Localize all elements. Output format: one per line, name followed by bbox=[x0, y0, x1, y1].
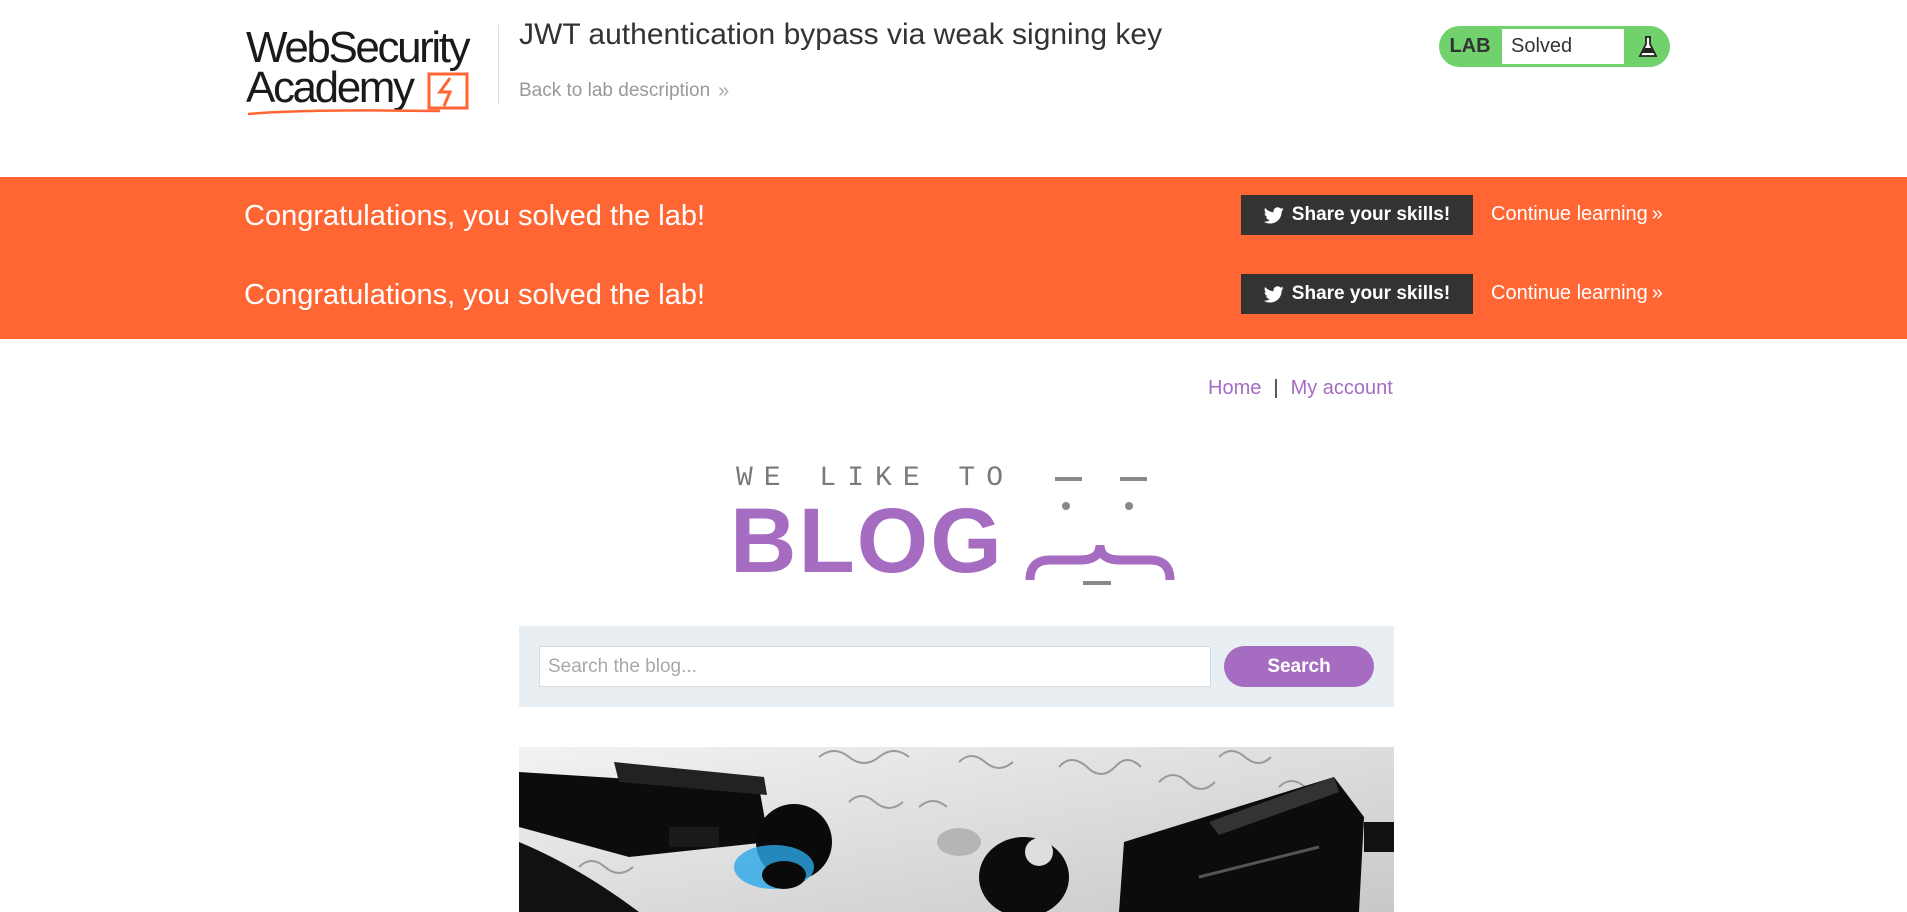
solved-banner-row: Congratulations, you solved the lab! Sha… bbox=[0, 195, 1907, 235]
search-button[interactable]: Search bbox=[1224, 646, 1374, 687]
blog-logo: WE LIKE TO BLOG bbox=[730, 455, 1180, 595]
nav-home-link[interactable]: Home bbox=[1208, 377, 1261, 400]
logo-underline-icon bbox=[247, 109, 441, 116]
nav-my-account-link[interactable]: My account bbox=[1291, 377, 1393, 400]
surveillance-cameras-puzzle-image bbox=[519, 747, 1394, 912]
share-skills-button[interactable]: Share your skills! bbox=[1241, 195, 1473, 235]
twitter-icon bbox=[1263, 285, 1284, 302]
double-chevron-right-icon: » bbox=[1651, 203, 1663, 225]
lab-header: WebSecurity Academy JWT authentication b… bbox=[0, 0, 1907, 177]
share-skills-label: Share your skills! bbox=[1291, 283, 1451, 304]
nav-separator: | bbox=[1273, 377, 1279, 399]
lab-tag: LAB bbox=[1449, 35, 1491, 57]
face-emoticon-icon bbox=[1025, 477, 1175, 585]
web-security-academy-logo[interactable]: WebSecurity Academy bbox=[246, 24, 496, 116]
back-link-label: Back to lab description bbox=[519, 80, 711, 101]
search-input[interactable] bbox=[539, 646, 1211, 687]
continue-learning-label: Continue learning bbox=[1491, 203, 1648, 225]
logo-line-2: Academy bbox=[246, 63, 415, 112]
lab-status-text: Solved bbox=[1501, 28, 1625, 65]
double-chevron-right-icon: » bbox=[1651, 282, 1663, 304]
congratulations-message: Congratulations, you solved the lab! bbox=[244, 279, 706, 311]
solved-banner: Congratulations, you solved the lab! Sha… bbox=[0, 177, 1907, 339]
header-divider bbox=[498, 25, 499, 105]
continue-learning-link[interactable]: Continue learning » bbox=[1491, 203, 1663, 226]
lab-status-badge: LAB Solved bbox=[1439, 26, 1670, 67]
continue-learning-label: Continue learning bbox=[1491, 282, 1648, 304]
blog-post-image[interactable] bbox=[519, 747, 1394, 912]
lab-title: JWT authentication bypass via weak signi… bbox=[519, 18, 1163, 51]
share-skills-label: Share your skills! bbox=[1291, 204, 1451, 225]
back-to-lab-description-link[interactable]: Back to lab description » bbox=[519, 79, 729, 103]
flask-icon bbox=[1625, 26, 1670, 67]
share-skills-button[interactable]: Share your skills! bbox=[1241, 274, 1473, 314]
top-nav: Home | My account bbox=[1208, 377, 1393, 400]
double-chevron-right-icon: » bbox=[718, 80, 729, 102]
congratulations-message: Congratulations, you solved the lab! bbox=[244, 200, 706, 232]
solved-banner-row: Congratulations, you solved the lab! Sha… bbox=[0, 274, 1907, 314]
twitter-icon bbox=[1263, 206, 1284, 223]
blog-logo-word: BLOG bbox=[730, 490, 1004, 592]
continue-learning-link[interactable]: Continue learning » bbox=[1491, 282, 1663, 305]
search-panel: Search bbox=[519, 626, 1394, 707]
